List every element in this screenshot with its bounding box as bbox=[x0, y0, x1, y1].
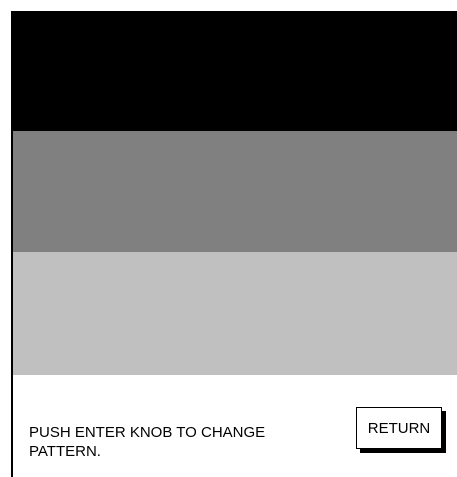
instruction-message: PUSH ENTER KNOB TO CHANGE PATTERN. bbox=[29, 424, 266, 460]
pattern-band-gray bbox=[13, 131, 457, 252]
pattern-band-black bbox=[13, 11, 457, 131]
pattern-band-light-gray bbox=[13, 252, 457, 375]
return-button[interactable]: RETURN bbox=[356, 407, 442, 449]
